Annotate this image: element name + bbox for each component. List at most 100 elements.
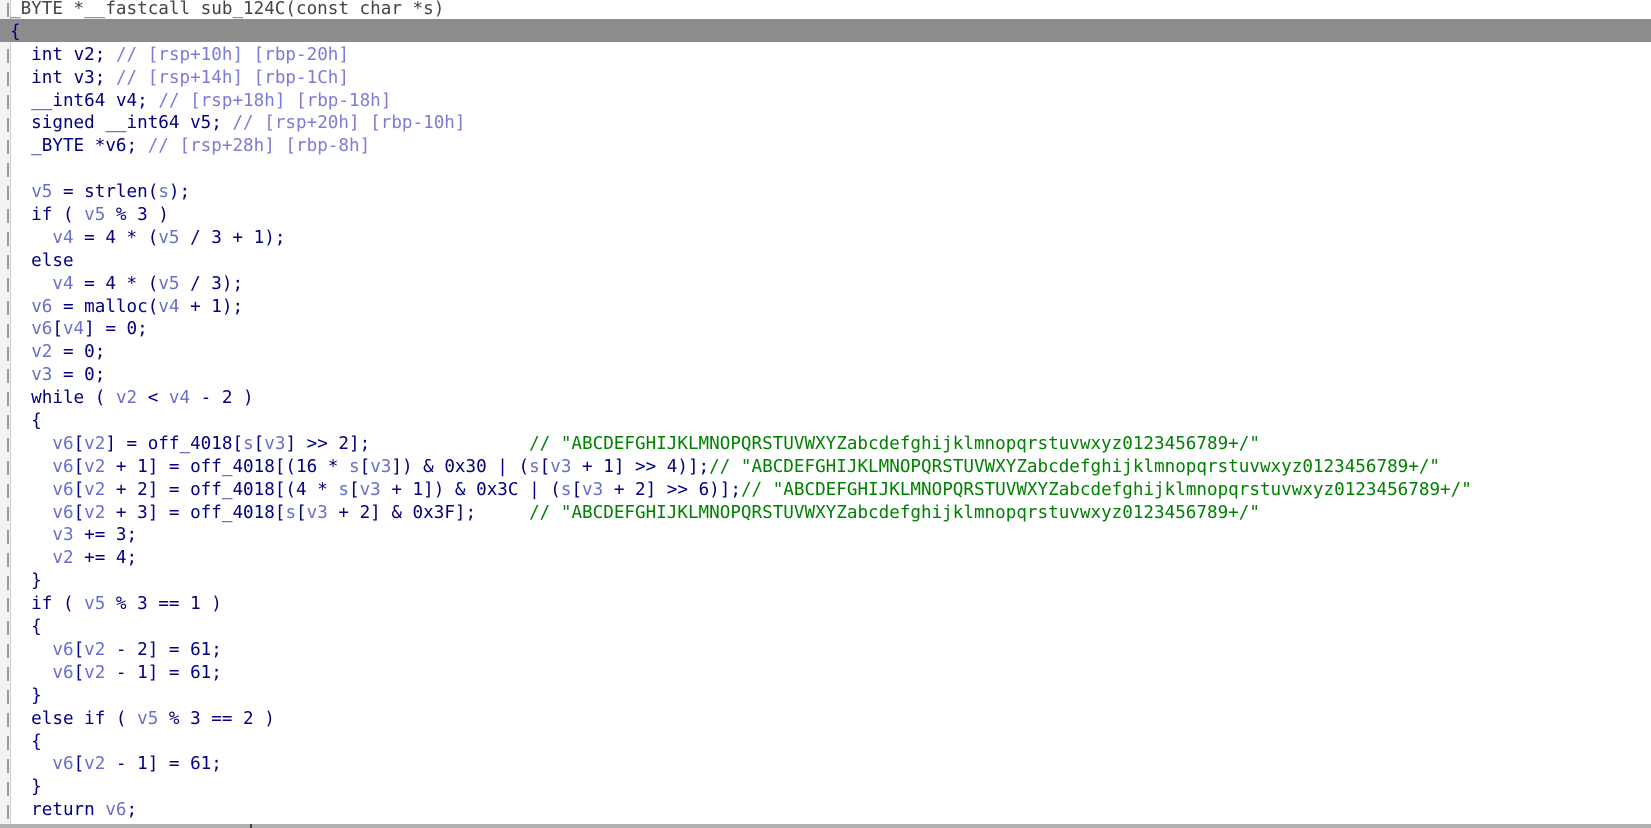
code-token-punc: - 1] = 61; — [105, 662, 222, 683]
code-token-punc: [(16 * — [274, 456, 349, 477]
code-line[interactable]: _BYTE *v6; // [rsp+28h] [rbp-8h] — [10, 135, 1651, 158]
code-token-comment: // [rsp+20h] [rbp-10h] — [232, 113, 466, 134]
gutter-line-marker — [0, 781, 9, 796]
code-token-punc — [10, 274, 52, 294]
gutter-line-marker — [0, 735, 9, 750]
code-line[interactable]: v4 = 4 * (v5 / 3); — [10, 273, 1651, 296]
code-token-var: v3 — [52, 525, 74, 546]
gutter-line-marker — [0, 690, 9, 704]
code-line[interactable] — [10, 158, 1651, 181]
code-token-var: v3 — [550, 456, 572, 477]
code-token-punc: ]) & 0x30 | ( — [391, 456, 530, 477]
code-token-punc: ; — [126, 800, 138, 821]
scrollbar-thumb[interactable] — [250, 824, 252, 828]
code-line[interactable]: } — [10, 685, 1651, 708]
code-line[interactable]: { — [10, 21, 1651, 44]
code-token-punc — [10, 754, 52, 774]
code-line[interactable]: v6[v2 + 3] = off_4018[s[v3 + 2] & 0x3F];… — [10, 502, 1651, 525]
code-line[interactable]: v3 = 0; — [10, 364, 1651, 387]
code-line[interactable]: { — [10, 616, 1651, 639]
code-token-kw: v2 — [73, 44, 95, 65]
function-signature-line[interactable]: _BYTE *__fastcall sub_124C(const char *s… — [10, 0, 1651, 21]
code-token-punc — [10, 457, 52, 477]
code-line[interactable]: v6[v2] = off_4018[s[v3] >> 2]; // "ABCDE… — [10, 433, 1651, 456]
code-token-var: v2 — [52, 548, 74, 569]
code-token-punc — [10, 548, 52, 568]
code-line[interactable]: int v2; // [rsp+10h] [rbp-20h] — [10, 44, 1651, 67]
code-line[interactable]: if ( v5 % 3 ) — [10, 204, 1651, 227]
code-line[interactable]: { — [10, 731, 1651, 754]
gutter-line-marker — [0, 3, 9, 17]
code-token-var: v4 — [52, 227, 74, 248]
code-token-punc — [10, 297, 31, 317]
code-token-punc: = 0; — [52, 365, 106, 386]
code-line[interactable]: v4 = 4 * (v5 / 3 + 1); — [10, 227, 1651, 250]
gutter-line-marker — [0, 209, 9, 224]
code-line[interactable]: if ( v5 % 3 == 1 ) — [10, 593, 1651, 616]
code-line[interactable]: { — [10, 410, 1651, 433]
code-token-punc: [ — [571, 479, 583, 500]
code-token-punc: += 3; — [73, 525, 138, 546]
code-line[interactable]: int v3; // [rsp+14h] [rbp-1Ch] — [10, 67, 1651, 90]
code-token-var: v6 — [52, 433, 74, 454]
code-token-punc: + 3] = — [105, 502, 191, 523]
code-token-var: v4 — [158, 296, 180, 317]
code-token-kw: int — [10, 67, 74, 88]
code-token-punc: ( — [147, 182, 159, 203]
code-line[interactable]: while ( v2 < v4 - 2 ) — [10, 387, 1651, 410]
code-token-strcomment: // "ABCDEFGHIJKLMNOPQRSTUVWXYZabcdefghij… — [709, 456, 1441, 477]
code-area[interactable]: _BYTE *__fastcall sub_124C(const char *s… — [10, 0, 1651, 822]
code-token-fn: malloc — [84, 296, 148, 317]
code-line[interactable]: v6[v2 + 2] = off_4018[(4 * s[v3 + 1]) & … — [10, 479, 1651, 502]
code-token-punc: ; — [126, 136, 148, 157]
code-token-var: v5 — [84, 594, 106, 615]
gutter-line-marker — [0, 71, 9, 86]
gutter-line-marker — [0, 415, 9, 430]
code-line[interactable]: signed __int64 v5; // [rsp+20h] [rbp-10h… — [10, 112, 1651, 135]
code-line[interactable]: return v6; — [10, 799, 1651, 822]
code-line[interactable]: else — [10, 250, 1651, 273]
code-line[interactable]: v2 = 0; — [10, 341, 1651, 364]
horizontal-scrollbar[interactable] — [0, 824, 1651, 828]
code-line[interactable]: v3 += 3; — [10, 524, 1651, 547]
code-token-var: s — [338, 479, 349, 500]
code-line[interactable]: __int64 v4; // [rsp+18h] [rbp-18h] — [10, 90, 1651, 113]
pseudocode-view[interactable]: _BYTE *__fastcall sub_124C(const char *s… — [0, 0, 1651, 828]
code-token-var: v3 — [582, 479, 604, 500]
code-token-punc: ; — [94, 44, 116, 65]
code-token-fn: off_4018 — [190, 456, 275, 477]
code-line[interactable]: v6 = malloc(v4 + 1); — [10, 296, 1651, 319]
code-token-kw: _BYTE * — [10, 136, 106, 157]
code-token-punc: < — [137, 388, 169, 409]
code-token-punc — [10, 663, 52, 683]
code-token-punc: [ — [73, 662, 85, 683]
code-token-punc: { — [10, 617, 42, 638]
code-line[interactable]: v6[v2 + 1] = off_4018[(16 * s[v3]) & 0x3… — [10, 456, 1651, 479]
code-line[interactable]: } — [10, 570, 1651, 593]
code-token-comment: // [rsp+28h] [rbp-8h] — [147, 136, 371, 157]
code-line[interactable]: v6[v4] = 0; — [10, 318, 1651, 341]
code-token-fn: off_4018 — [190, 479, 275, 500]
code-line[interactable]: v6[v2 - 1] = 61; — [10, 753, 1651, 776]
code-token-punc: ( — [147, 296, 159, 317]
code-line[interactable]: v6[v2 - 1] = 61; — [10, 662, 1651, 685]
code-line[interactable]: v6[v2 - 2] = 61; — [10, 639, 1651, 662]
code-token-kw: v4 — [115, 90, 138, 111]
code-token-punc: = 4 * ( — [73, 273, 159, 294]
code-token-punc: % 3 == 1 ) — [105, 594, 222, 615]
code-line[interactable]: v5 = strlen(s); — [10, 181, 1651, 204]
code-token-punc: + 2] = — [105, 479, 191, 500]
code-token-comment: // [rsp+14h] [rbp-1Ch] — [115, 67, 349, 88]
gutter-line-marker — [0, 346, 9, 361]
gutter-line-marker — [0, 300, 9, 315]
code-line[interactable]: } — [10, 776, 1651, 799]
code-token-punc: = 0; — [52, 342, 106, 363]
code-token-var: v6 — [52, 502, 74, 523]
code-token-punc: [(4 * — [274, 479, 339, 500]
code-token-comment: // [rsp+18h] [rbp-18h] — [158, 90, 392, 111]
code-line[interactable]: v2 += 4; — [10, 547, 1651, 570]
code-line[interactable]: else if ( v5 % 3 == 2 ) — [10, 708, 1651, 731]
code-token-punc: [ — [73, 502, 85, 523]
code-token-kw: v5 — [190, 113, 212, 134]
code-token-fn: off_4018 — [147, 433, 233, 454]
